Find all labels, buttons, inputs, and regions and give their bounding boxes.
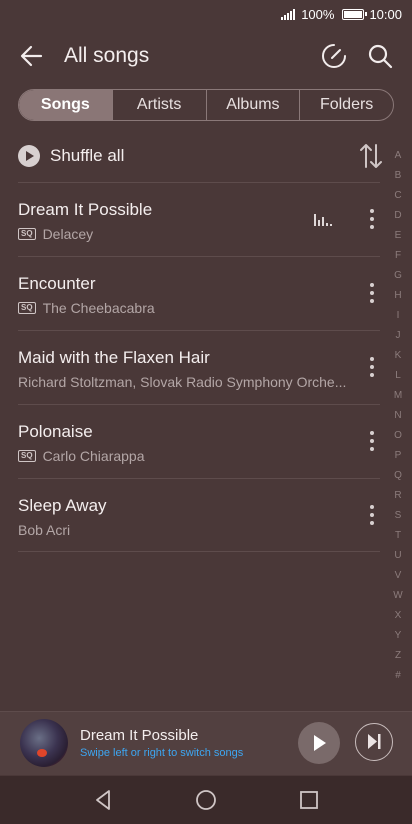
signal-icon: [281, 8, 296, 20]
play-circle-icon: [18, 145, 40, 167]
alphabet-letter[interactable]: Z: [395, 646, 401, 666]
alphabet-letter[interactable]: R: [394, 486, 401, 506]
more-options-icon[interactable]: [370, 505, 374, 525]
now-playing-hint: Swipe left or right to switch songs: [80, 747, 244, 759]
alphabet-letter[interactable]: Y: [395, 626, 402, 646]
search-icon[interactable]: [366, 42, 394, 70]
alphabet-letter[interactable]: O: [394, 426, 402, 446]
nav-home-icon[interactable]: [195, 789, 217, 811]
alphabet-letter[interactable]: C: [394, 186, 401, 206]
alphabet-letter[interactable]: U: [394, 546, 401, 566]
now-playing-bar[interactable]: Dream It Possible Swipe left or right to…: [0, 711, 412, 775]
now-playing-title: Dream It Possible: [80, 727, 199, 744]
song-subtitle: Richard Stoltzman, Slovak Radio Symphony…: [18, 374, 358, 390]
alphabet-letter[interactable]: P: [395, 446, 402, 466]
status-bar: 100% 10:00: [0, 0, 412, 28]
alphabet-letter[interactable]: A: [395, 146, 402, 166]
alphabet-letter[interactable]: G: [394, 266, 402, 286]
now-playing-equalizer-icon: [314, 212, 332, 226]
song-title: Dream It Possible: [18, 200, 153, 219]
more-options-icon[interactable]: [370, 283, 374, 303]
song-row[interactable]: Sleep Away Bob Acri: [18, 478, 380, 552]
song-title: Maid with the Flaxen Hair: [18, 348, 210, 367]
alphabet-index[interactable]: A B C D E F G H I J K L M N O P Q R S T U V W X Y Z #: [392, 146, 404, 686]
alphabet-letter[interactable]: F: [395, 246, 401, 266]
nav-recents-icon[interactable]: [298, 789, 320, 811]
alphabet-letter[interactable]: I: [397, 306, 400, 326]
sq-badge: SQ: [18, 302, 36, 314]
alphabet-letter[interactable]: B: [395, 166, 402, 186]
sort-icon[interactable]: [359, 142, 383, 170]
alphabet-letter[interactable]: V: [395, 566, 402, 586]
skip-next-icon: [368, 734, 381, 749]
app-header: All songs: [0, 36, 412, 78]
tab-artists[interactable]: Artists: [111, 90, 206, 120]
song-title: Sleep Away: [18, 496, 107, 515]
alphabet-letter[interactable]: L: [395, 366, 401, 386]
alphabet-letter[interactable]: J: [396, 326, 401, 346]
song-title: Encounter: [18, 274, 96, 293]
alphabet-letter[interactable]: W: [393, 586, 402, 606]
alphabet-letter[interactable]: N: [394, 406, 401, 426]
song-subtitle: Bob Acri: [18, 522, 358, 538]
song-artist: Delacey: [42, 226, 94, 242]
album-art[interactable]: [20, 719, 68, 767]
alphabet-letter[interactable]: M: [394, 386, 402, 406]
alphabet-letter[interactable]: X: [395, 606, 402, 626]
sq-badge: SQ: [18, 450, 36, 462]
battery-percent: 100%: [301, 6, 335, 22]
clock: 10:00: [369, 6, 402, 22]
song-subtitle: SQ Carlo Chiarappa: [18, 448, 358, 464]
alphabet-letter[interactable]: K: [395, 346, 402, 366]
song-artist: Bob Acri: [18, 522, 71, 538]
tab-songs[interactable]: Songs: [19, 90, 112, 120]
alphabet-letter[interactable]: Q: [394, 466, 402, 486]
sleep-timer-icon[interactable]: [320, 42, 348, 70]
nav-back-icon[interactable]: [92, 789, 114, 811]
next-track-button[interactable]: [355, 723, 393, 761]
song-subtitle: SQ Delacey: [18, 226, 358, 242]
song-row[interactable]: Maid with the Flaxen Hair Richard Stoltz…: [18, 330, 380, 404]
song-row[interactable]: Polonaise SQ Carlo Chiarappa: [18, 404, 380, 478]
shuffle-all-label: Shuffle all: [50, 146, 125, 165]
alphabet-letter[interactable]: #: [395, 666, 401, 686]
song-artist: Richard Stoltzman, Slovak Radio Symphony…: [18, 374, 347, 390]
alphabet-letter[interactable]: S: [395, 506, 402, 526]
battery-icon: [342, 8, 368, 20]
song-list: Dream It Possible SQ Delacey Encounter S…: [18, 182, 380, 552]
alphabet-letter[interactable]: T: [395, 526, 401, 546]
song-row[interactable]: Encounter SQ The Cheebacabra: [18, 256, 380, 330]
song-subtitle: SQ The Cheebacabra: [18, 300, 358, 316]
more-options-icon[interactable]: [370, 209, 374, 229]
category-tabs: Songs Artists Albums Folders: [18, 89, 394, 121]
song-artist: The Cheebacabra: [42, 300, 155, 316]
song-row[interactable]: Dream It Possible SQ Delacey: [18, 182, 380, 256]
song-title: Polonaise: [18, 422, 93, 441]
sq-badge: SQ: [18, 228, 36, 240]
more-options-icon[interactable]: [370, 357, 374, 377]
alphabet-letter[interactable]: H: [394, 286, 401, 306]
shuffle-all-button[interactable]: Shuffle all: [18, 140, 124, 172]
alphabet-letter[interactable]: D: [394, 206, 401, 226]
back-arrow-icon[interactable]: [18, 42, 46, 70]
tab-folders[interactable]: Folders: [299, 90, 393, 120]
tab-albums[interactable]: Albums: [205, 90, 300, 120]
more-options-icon[interactable]: [370, 431, 374, 451]
song-artist: Carlo Chiarappa: [42, 448, 145, 464]
system-nav-bar: [0, 776, 412, 824]
alphabet-letter[interactable]: E: [395, 226, 402, 246]
page-title: All songs: [64, 44, 150, 67]
play-button[interactable]: [298, 722, 340, 764]
